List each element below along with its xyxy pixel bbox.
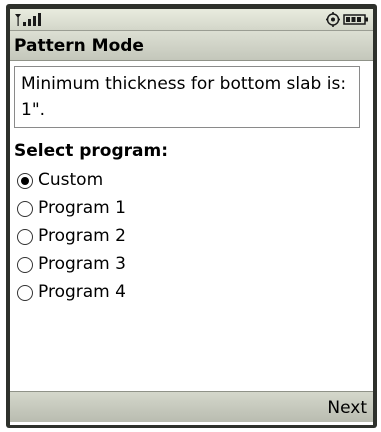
program-option-label: Program 3 xyxy=(38,254,126,274)
status-right-icons xyxy=(326,12,368,27)
program-option-label: Program 4 xyxy=(38,282,126,302)
program-option-4[interactable]: Program 4 xyxy=(14,280,354,308)
status-bar xyxy=(10,9,373,31)
softkey-bar: Next xyxy=(10,391,373,422)
page-title: Pattern Mode xyxy=(14,36,144,56)
radio-unselected-icon[interactable] xyxy=(17,229,33,245)
radio-unselected-icon[interactable] xyxy=(17,201,33,217)
radio-selected-icon[interactable] xyxy=(17,173,33,189)
radio-unselected-icon[interactable] xyxy=(17,257,33,273)
title-bar: Pattern Mode xyxy=(10,31,373,61)
next-softkey[interactable]: Next xyxy=(327,398,367,418)
battery-icon xyxy=(343,14,368,25)
program-option-2[interactable]: Program 2 xyxy=(14,224,354,252)
program-option-3[interactable]: Program 3 xyxy=(14,252,354,280)
phone-screen: Pattern Mode Minimum thickness for botto… xyxy=(10,9,373,425)
signal-strength-icon xyxy=(15,13,41,26)
select-program-label: Select program: xyxy=(14,141,169,161)
program-option-label: Program 1 xyxy=(38,198,126,218)
radio-unselected-icon[interactable] xyxy=(17,285,33,301)
program-option-1[interactable]: Program 1 xyxy=(14,196,354,224)
program-option-custom[interactable]: Custom xyxy=(14,168,354,196)
program-radio-group: Custom Program 1 Program 2 Program 3 Pro… xyxy=(14,168,354,308)
network-activity-icon xyxy=(326,12,340,27)
program-option-label: Custom xyxy=(38,170,104,190)
info-message: Minimum thickness for bottom slab is: 1"… xyxy=(14,66,360,128)
program-option-label: Program 2 xyxy=(38,226,126,246)
